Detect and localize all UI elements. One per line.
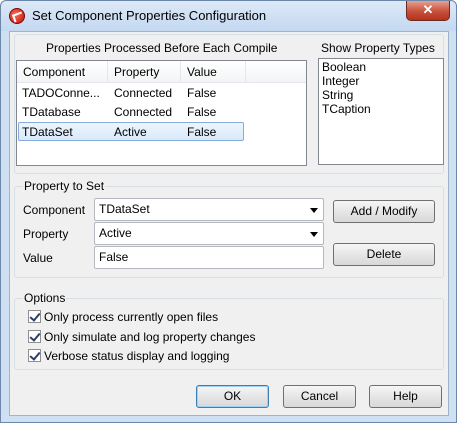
app-logo-icon (9, 8, 25, 24)
ok-button[interactable]: OK (196, 385, 269, 408)
show-types-label: Show Property Types (321, 41, 435, 55)
cell-component: TDataSet (22, 125, 73, 139)
cell-component: TDatabase (22, 105, 81, 119)
list-header: Component Property Value (17, 61, 306, 83)
list-item[interactable]: Boolean (322, 60, 440, 74)
checkbox-simulate[interactable] (28, 330, 41, 343)
cell-property: Active (114, 125, 147, 139)
help-button[interactable]: Help (369, 385, 442, 408)
property-dropdown[interactable]: Active (94, 222, 324, 245)
cell-value: False (187, 105, 217, 119)
processed-properties-list[interactable]: Component Property Value TADOConne... Co… (16, 60, 307, 166)
value-input[interactable]: False (94, 246, 324, 269)
table-row-selected[interactable]: TDataSet Active False (18, 122, 244, 141)
property-to-set-label: Property to Set (23, 179, 106, 193)
component-label: Component (23, 203, 86, 217)
value-label: Value (23, 251, 53, 265)
component-dropdown[interactable]: TDataSet (94, 198, 324, 221)
list-item[interactable]: String (322, 88, 440, 102)
cell-property: Connected (114, 86, 173, 100)
title-bar[interactable]: Set Component Properties Configuration (1, 1, 456, 31)
window-title: Set Component Properties Configuration (32, 8, 267, 23)
component-value: TDataSet (99, 202, 150, 216)
column-header-property[interactable]: Property (108, 61, 181, 83)
column-header-component[interactable]: Component (17, 61, 108, 83)
option-verbose-label[interactable]: Verbose status display and logging (44, 349, 229, 363)
delete-button[interactable]: Delete (333, 243, 435, 266)
cell-component: TADOConne... (22, 86, 100, 100)
dialog-window: Set Component Properties Configuration ✕… (0, 0, 457, 423)
option-open-files-label[interactable]: Only process currently open files (44, 310, 218, 324)
table-row[interactable]: TADOConne... Connected False (18, 84, 244, 103)
table-row[interactable]: TDatabase Connected False (18, 103, 244, 122)
options-label: Options (23, 291, 67, 305)
checkbox-open-files[interactable] (28, 310, 41, 323)
property-label: Property (23, 227, 69, 241)
processed-list-label: Properties Processed Before Each Compile (46, 41, 278, 55)
property-value: Active (99, 226, 132, 240)
list-item[interactable]: TCaption (322, 102, 440, 116)
add-modify-button[interactable]: Add / Modify (333, 200, 435, 223)
chevron-down-icon (310, 208, 318, 213)
cell-value: False (187, 125, 217, 139)
dialog-client-area: Properties Processed Before Each Compile… (9, 31, 449, 416)
cell-property: Connected (114, 105, 173, 119)
close-button[interactable]: ✕ (406, 1, 450, 21)
checkbox-verbose[interactable] (28, 349, 41, 362)
cell-value: False (187, 86, 217, 100)
column-header-value[interactable]: Value (181, 61, 246, 83)
option-simulate-label[interactable]: Only simulate and log property changes (44, 330, 255, 344)
list-item[interactable]: Integer (322, 74, 440, 88)
cancel-button[interactable]: Cancel (283, 385, 356, 408)
value-input-text: False (99, 250, 129, 264)
property-types-list[interactable]: Boolean Integer String TCaption (318, 58, 444, 165)
chevron-down-icon (310, 232, 318, 237)
